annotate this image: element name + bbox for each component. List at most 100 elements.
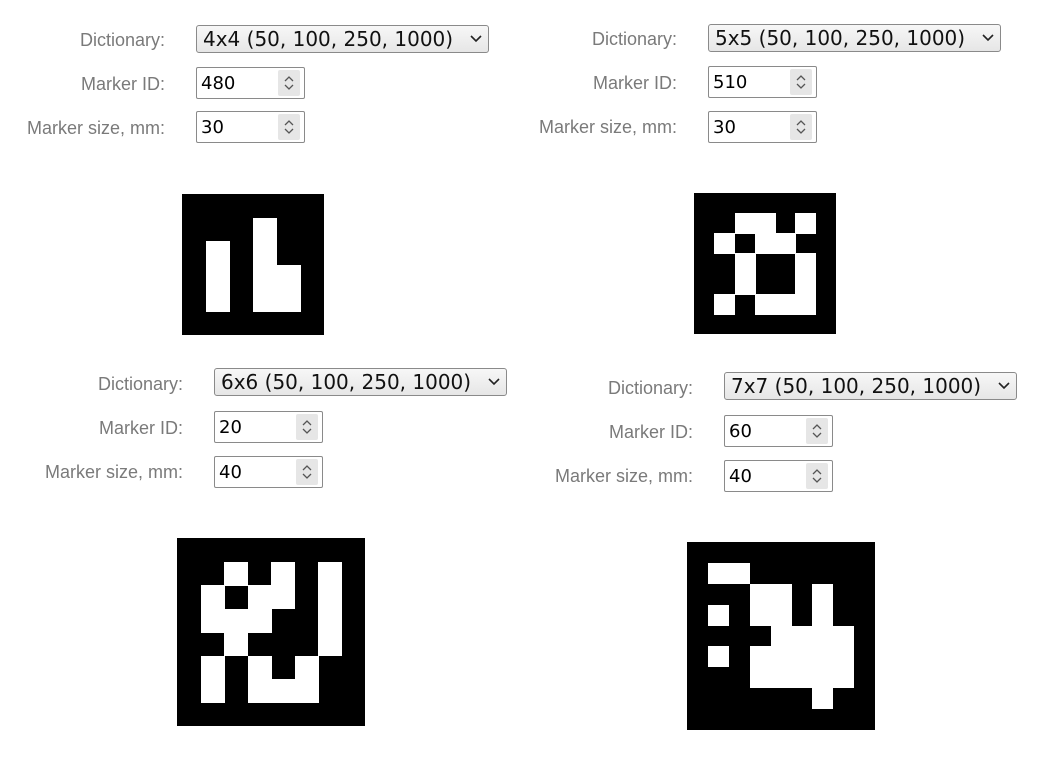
marker-bit: [795, 293, 817, 315]
marker-bit: [714, 293, 736, 315]
dictionary-select[interactable]: 7x7 (50, 100, 250, 1000): [724, 372, 1017, 400]
marker-bit: [833, 625, 855, 647]
marker-size-label: Marker size, mm:: [554, 466, 693, 486]
marker-id-spinbox[interactable]: 60: [724, 415, 833, 447]
marker-bit: [795, 273, 817, 295]
marker-bit: [318, 585, 342, 609]
marker-bit: [754, 293, 776, 315]
marker-id-spinbox[interactable]: 510: [708, 66, 817, 98]
marker-bit: [812, 583, 834, 605]
marker-bit: [200, 585, 225, 609]
marker-size-spinbox[interactable]: 30: [196, 111, 305, 143]
marker-bit: [812, 688, 834, 710]
marker-bit: [276, 288, 301, 312]
marker-bit: [749, 583, 771, 605]
spin-arrows-icon[interactable]: [296, 459, 318, 485]
chevron-down-icon: [976, 25, 1000, 51]
marker-size-spinbox[interactable]: 30: [708, 111, 817, 143]
marker-bit: [205, 241, 230, 265]
marker-id-label: Marker ID:: [98, 418, 183, 438]
marker-bit: [734, 213, 756, 235]
marker-bit: [247, 585, 272, 609]
marker-id-spinbox[interactable]: 480: [196, 67, 305, 99]
chevron-down-icon: [992, 373, 1016, 399]
marker-bit: [734, 253, 756, 275]
marker-panel-7x7: Dictionary: 7x7 (50, 100, 250, 1000) Mar…: [528, 348, 1048, 730]
marker-bit: [770, 583, 792, 605]
marker-bit: [812, 667, 834, 689]
marker-bit: [791, 667, 813, 689]
marker-panel-6x6: Dictionary: 6x6 (50, 100, 250, 1000) Mar…: [18, 344, 538, 726]
marker-bit: [276, 264, 301, 289]
marker-bit: [247, 655, 272, 680]
marker-bit: [812, 646, 834, 668]
marker-bit: [775, 293, 797, 315]
marker-bit: [200, 679, 225, 703]
aruco-marker-image: [177, 538, 365, 726]
marker-id-label: Marker ID:: [80, 74, 165, 94]
marker-bit: [770, 667, 792, 689]
dictionary-label: Dictionary:: [591, 29, 677, 49]
marker-bit: [318, 632, 342, 656]
marker-size-label: Marker size, mm:: [538, 117, 677, 137]
marker-bit: [791, 646, 813, 668]
marker-bit: [833, 667, 855, 689]
marker-bit: [253, 264, 277, 289]
spin-arrows-icon[interactable]: [790, 114, 812, 140]
marker-id-value: 480: [201, 72, 236, 94]
dictionary-value: 4x4 (50, 100, 250, 1000): [203, 27, 454, 51]
dictionary-select[interactable]: 5x5 (50, 100, 250, 1000): [708, 24, 1001, 52]
marker-bit: [770, 646, 792, 668]
marker-bit: [749, 667, 771, 689]
marker-size-spinbox[interactable]: 40: [214, 456, 323, 488]
aruco-marker-image: [687, 542, 875, 730]
marker-bit: [770, 625, 792, 647]
dictionary-select[interactable]: 6x6 (50, 100, 250, 1000): [214, 368, 507, 396]
marker-bit: [707, 646, 729, 668]
marker-bit: [224, 561, 248, 586]
marker-bit: [253, 241, 277, 265]
marker-bit: [200, 608, 225, 633]
marker-bit: [224, 608, 248, 633]
spin-arrows-icon[interactable]: [278, 114, 300, 140]
spin-arrows-icon[interactable]: [806, 418, 828, 444]
marker-panel-4x4: Dictionary: 4x4 (50, 100, 250, 1000) Mar…: [0, 0, 520, 370]
marker-bit: [271, 585, 295, 609]
marker-bit: [318, 608, 342, 633]
marker-bit: [749, 646, 771, 668]
marker-bit: [734, 273, 756, 295]
marker-size-value: 30: [201, 116, 224, 138]
dictionary-label: Dictionary:: [607, 378, 693, 398]
marker-id-spinbox[interactable]: 20: [214, 411, 323, 443]
marker-bit: [205, 264, 230, 289]
marker-bit: [728, 562, 750, 584]
spin-arrows-icon[interactable]: [806, 463, 828, 489]
marker-bit: [812, 604, 834, 626]
spin-arrows-icon[interactable]: [296, 414, 318, 440]
dictionary-select[interactable]: 4x4 (50, 100, 250, 1000): [196, 25, 489, 53]
marker-bit: [754, 213, 776, 235]
marker-bit: [294, 655, 319, 680]
marker-size-label: Marker size, mm:: [26, 118, 165, 138]
spin-arrows-icon[interactable]: [790, 69, 812, 95]
marker-bit: [200, 655, 225, 680]
marker-bit: [318, 561, 342, 586]
marker-bit: [770, 604, 792, 626]
dictionary-value: 6x6 (50, 100, 250, 1000): [221, 370, 472, 394]
marker-size-value: 40: [219, 461, 242, 483]
spin-arrows-icon[interactable]: [278, 70, 300, 96]
marker-id-label: Marker ID:: [608, 422, 693, 442]
dictionary-value: 7x7 (50, 100, 250, 1000): [731, 374, 982, 398]
marker-bit: [707, 562, 729, 584]
marker-size-value: 30: [713, 116, 736, 138]
marker-bit: [714, 233, 736, 255]
dictionary-label: Dictionary:: [97, 374, 183, 394]
marker-bit: [253, 288, 277, 312]
marker-bit: [775, 233, 797, 255]
marker-bit: [253, 217, 277, 242]
marker-bit: [833, 646, 855, 668]
marker-bit: [707, 604, 729, 626]
marker-bit: [224, 632, 248, 656]
marker-size-spinbox[interactable]: 40: [724, 460, 833, 492]
marker-bit: [271, 561, 295, 586]
